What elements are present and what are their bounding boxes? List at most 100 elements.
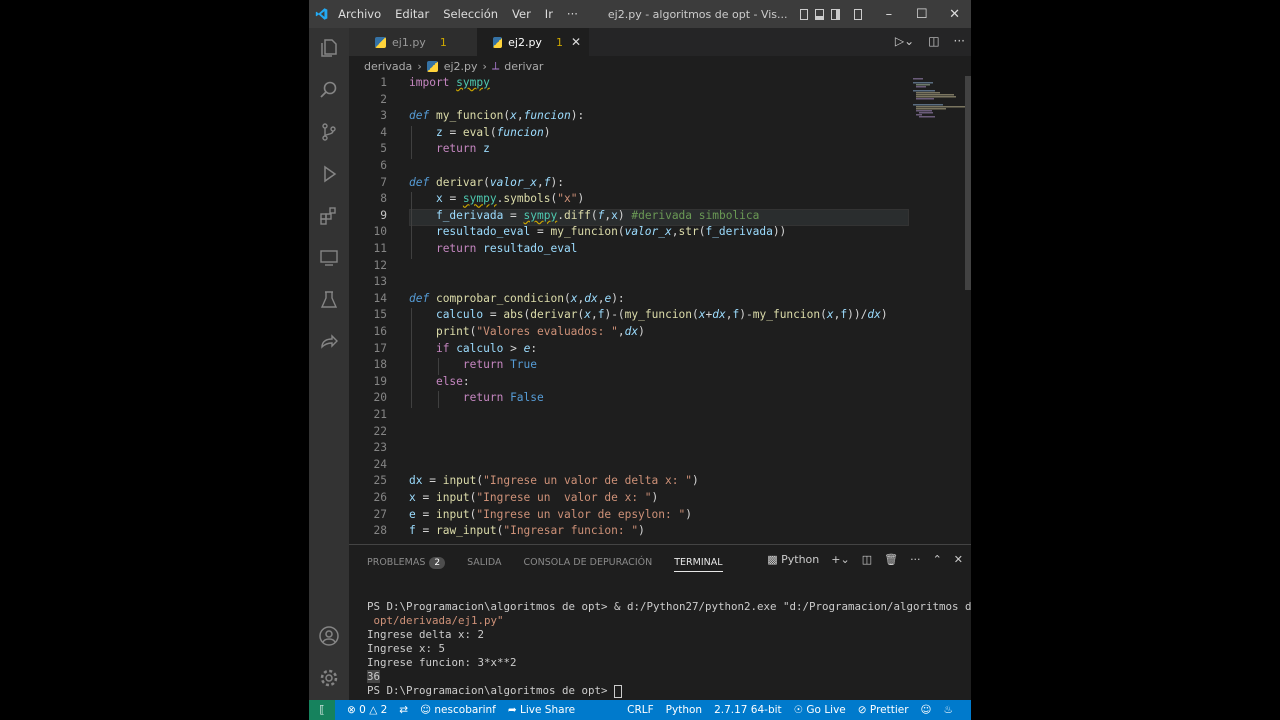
terminal-output[interactable]: PS D:\Programacion\algoritmos de opt> & … (367, 600, 971, 698)
line-number: 16 (373, 325, 387, 338)
maximize-panel-icon[interactable]: ⌃ (933, 553, 942, 566)
breadcrumb-symbol[interactable]: derivar (504, 60, 543, 73)
tab-terminal[interactable]: TERMINAL (674, 557, 723, 572)
split-terminal-icon[interactable]: ◫ (862, 553, 872, 566)
code-line[interactable]: e = input("Ingrese un valor de epsylon: … (409, 508, 692, 521)
terminal-shell-selector[interactable]: ▩ Python (767, 553, 819, 566)
more-actions-icon[interactable]: ··· (910, 553, 921, 566)
run-debug-icon[interactable] (317, 162, 341, 186)
breadcrumb-file[interactable]: ej2.py (444, 60, 478, 73)
live-share-icon[interactable] (317, 330, 341, 354)
terminal-line: Ingrese x: 5 (367, 642, 967, 656)
code-line[interactable]: print("Valores evaluados: ",dx) (409, 325, 645, 338)
error-count: 0 (359, 704, 366, 716)
terminal-text: opt/derivada/ej1.py" (367, 614, 504, 627)
code-editor[interactable]: 1 import sympy 2 3 def my_funcion(x,funcion)… (349, 76, 971, 542)
testing-icon[interactable] (317, 288, 341, 312)
split-editor-icon[interactable]: ◫ (928, 34, 939, 48)
line-number: 10 (373, 225, 387, 239)
menu-archivo[interactable]: Archivo (338, 7, 381, 21)
line-number: 11 (373, 242, 387, 255)
editor-scrollbar[interactable] (965, 76, 971, 290)
code-line[interactable]: return resultado_eval (409, 242, 577, 255)
live-share-label: Live Share (520, 704, 576, 716)
tab-salida[interactable]: SALIDA (467, 557, 501, 568)
code-line[interactable]: else: (409, 375, 470, 388)
close-panel-icon[interactable]: ✕ (954, 553, 963, 566)
interpreter-status[interactable]: 2.7.17 64-bit (714, 704, 782, 716)
minimap[interactable] (911, 76, 971, 542)
problems-status[interactable]: ⊗ 0 △ 2 (347, 704, 387, 716)
notifications-bell-icon[interactable]: ♨ (944, 704, 953, 716)
close-icon[interactable]: ✕ (571, 35, 581, 49)
code-line[interactable]: calculo = abs(derivar(x,f)-(my_funcion(x… (409, 308, 888, 321)
maximize-button[interactable]: ☐ (905, 7, 938, 22)
tab-ej2[interactable]: ej2.py 1 ✕ (477, 28, 589, 56)
terminal-icon: ▩ (767, 553, 778, 566)
source-control-icon[interactable] (317, 120, 341, 144)
code-line[interactable]: return False (409, 391, 544, 404)
window-title: ej2.py - algoritmos de opt - Vis... (607, 7, 788, 21)
sync-icon[interactable]: ⇄ (399, 704, 408, 716)
close-window-button[interactable]: ✕ (938, 7, 971, 22)
prettier-status[interactable]: ⊘ Prettier (858, 704, 909, 716)
minimize-button[interactable]: – (872, 7, 905, 22)
code-line[interactable]: def derivar(valor_x,f): (409, 176, 564, 189)
menu-seleccion[interactable]: Selección (443, 7, 498, 21)
remote-explorer-icon[interactable] (317, 246, 341, 270)
menu-more[interactable]: ··· (567, 7, 578, 21)
code-line[interactable]: def my_funcion(x,funcion): (409, 109, 584, 122)
title-bar: Archivo Editar Selección Ver Ir ··· ej2.… (309, 0, 971, 28)
terminal-text: PS D:\Programacion\algoritmos de opt> & … (367, 600, 971, 613)
panel-tabs: PROBLEMAS 2 SALIDA CONSOLA DE DEPURACIÓN … (367, 553, 723, 572)
more-actions-icon[interactable]: ··· (954, 34, 965, 48)
chevron-right-icon: › (417, 59, 422, 73)
python-file-icon (493, 36, 503, 48)
new-terminal-icon[interactable]: +⌄ (831, 553, 849, 566)
toggle-sidebar-icon[interactable] (799, 8, 809, 20)
line-number: 3 (380, 109, 387, 123)
settings-gear-icon[interactable] (317, 666, 341, 690)
tab-consola-depuracion[interactable]: CONSOLA DE DEPURACIÓN (524, 557, 653, 568)
explorer-icon[interactable] (317, 36, 341, 60)
go-live-status[interactable]: ☉ Go Live (794, 704, 846, 716)
account-status[interactable]: ☺ nescobarinf (420, 704, 496, 716)
language-status[interactable]: Python (666, 704, 702, 716)
run-file-icon[interactable]: ▷⌄ (895, 34, 914, 48)
breadcrumb-folder[interactable]: derivada (364, 60, 412, 73)
code-line[interactable]: if calculo > e: (409, 342, 537, 355)
line-number: 17 (373, 341, 387, 355)
feedback-icon[interactable]: ☺ (921, 704, 932, 716)
tab-ej1[interactable]: ej1.py 1 (349, 28, 477, 56)
terminal-line: opt/derivada/ej1.py" (367, 614, 967, 628)
trash-icon[interactable]: 🗑 (884, 553, 898, 566)
search-icon[interactable] (317, 78, 341, 102)
menu-editar[interactable]: Editar (395, 7, 429, 21)
activity-bar (309, 28, 349, 700)
code-line[interactable]: z = eval(funcion) (409, 126, 551, 139)
code-line[interactable]: f_derivada = sympy.diff(f,x) #derivada s… (409, 209, 759, 222)
code-line[interactable]: x = input("Ingrese un valor de x: ") (409, 491, 658, 504)
prettier-icon: ⊘ (857, 704, 867, 716)
tab-problemas[interactable]: PROBLEMAS 2 (367, 556, 446, 569)
toggle-secondary-sidebar-icon[interactable] (830, 8, 840, 20)
code-line[interactable]: return z (409, 142, 490, 155)
menu-ir[interactable]: Ir (545, 7, 553, 21)
accounts-icon[interactable] (317, 624, 341, 648)
code-line[interactable]: return True (409, 358, 537, 371)
live-share-status[interactable]: ➦ Live Share (508, 704, 575, 716)
toggle-panel-icon[interactable] (815, 8, 824, 20)
remote-indicator-icon[interactable]: ⟦ (309, 700, 335, 720)
code-line[interactable]: x = sympy.symbols("x") (409, 192, 584, 205)
line-number: 7 (380, 175, 387, 189)
customize-layout-icon[interactable] (853, 8, 863, 20)
code-line[interactable]: def comprobar_condicion(x,dx,e): (409, 292, 625, 305)
code-line[interactable]: resultado_eval = my_funcion(valor_x,str(… (409, 225, 786, 238)
bottom-panel: PROBLEMAS 2 SALIDA CONSOLA DE DEPURACIÓN … (349, 544, 971, 701)
code-line[interactable]: f = raw_input("Ingresar funcion: ") (409, 524, 645, 537)
menu-ver[interactable]: Ver (512, 7, 531, 21)
extensions-icon[interactable] (317, 204, 341, 228)
code-line[interactable]: dx = input("Ingrese un valor de delta x:… (409, 474, 699, 487)
eol-status[interactable]: CRLF (627, 704, 654, 716)
code-line[interactable]: import sympy (409, 76, 490, 89)
